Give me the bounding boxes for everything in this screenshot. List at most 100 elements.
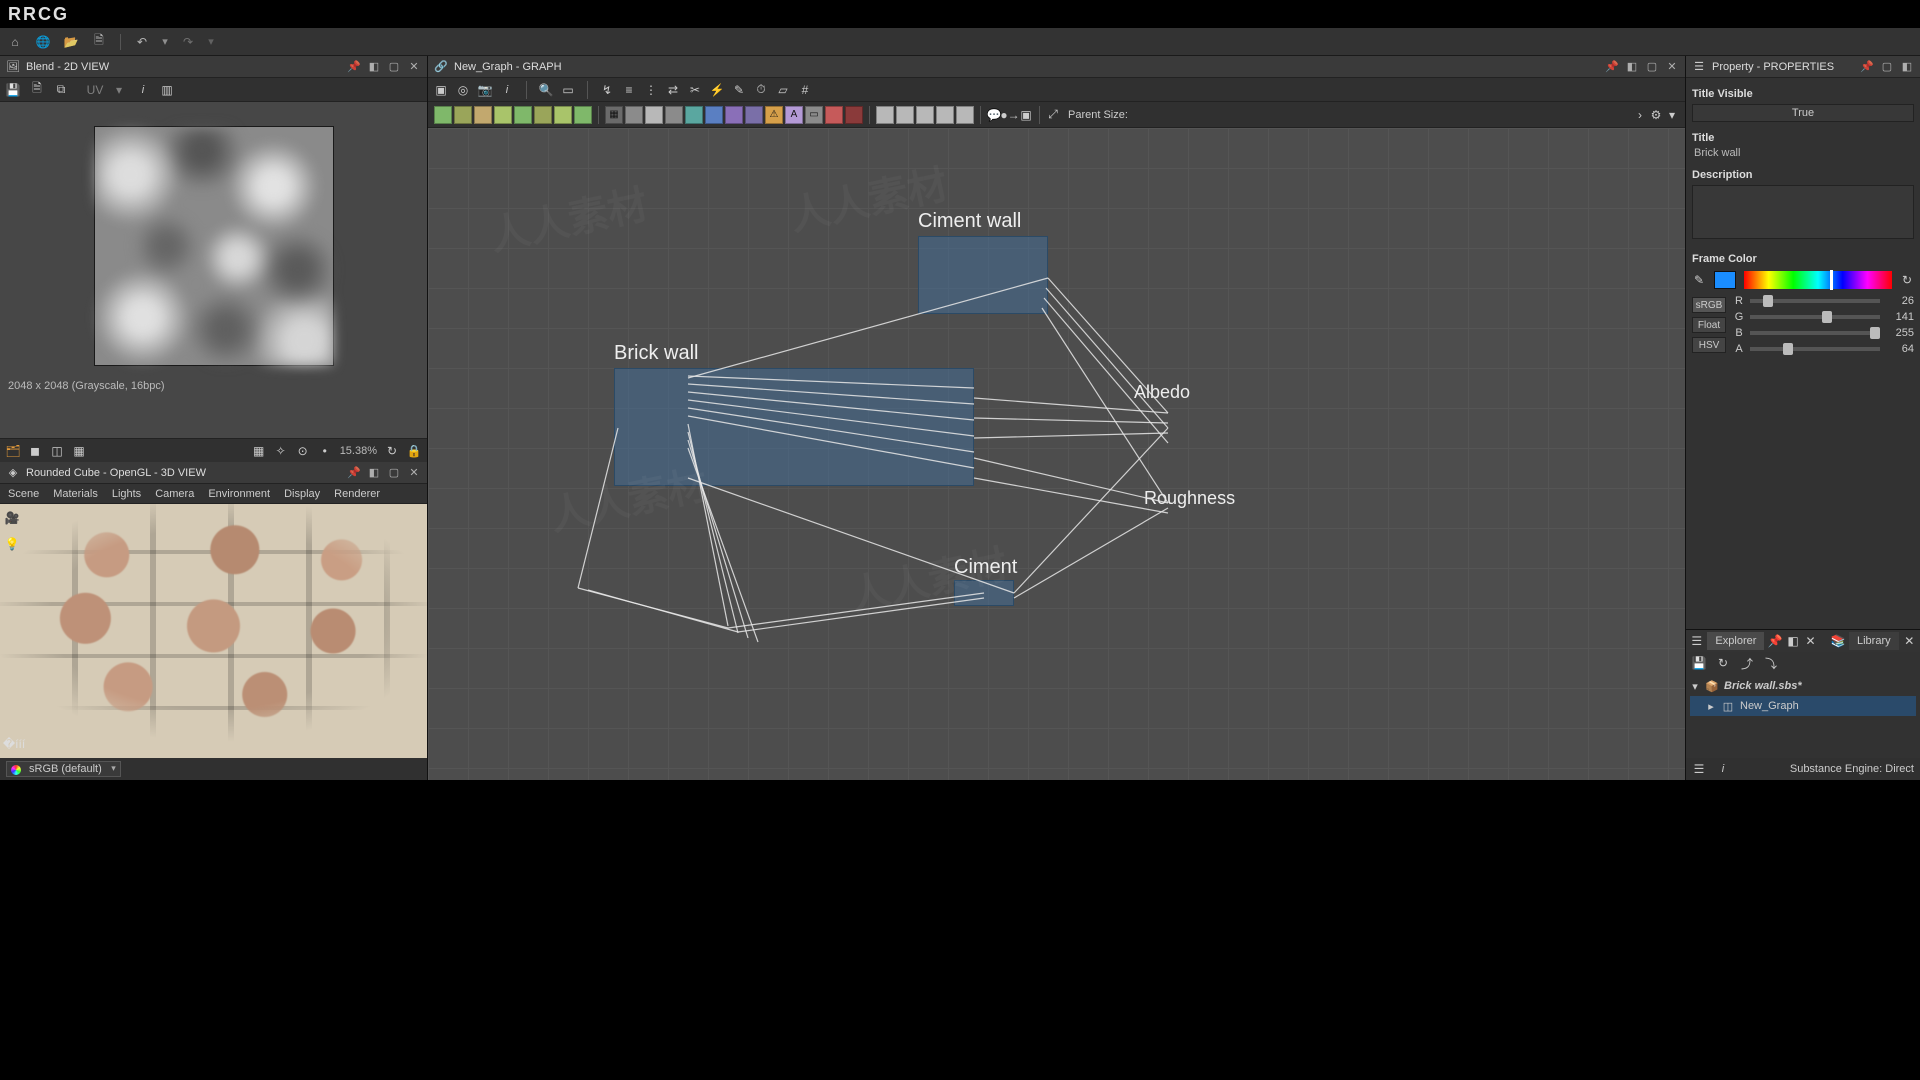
select-icon[interactable]: ▭ — [561, 83, 575, 97]
pin-node-icon[interactable]: ●→ — [1003, 108, 1017, 122]
gizmo-icon[interactable]: �ííí — [6, 736, 22, 752]
info-icon[interactable]: i — [500, 83, 514, 97]
globe-icon[interactable]: 🌐 — [34, 33, 52, 51]
menu-renderer[interactable]: Renderer — [334, 488, 380, 500]
popout-icon[interactable]: ◧ — [367, 466, 381, 480]
node-input[interactable] — [845, 106, 863, 124]
slider-r-value[interactable]: 26 — [1886, 295, 1914, 307]
menu-materials[interactable]: Materials — [53, 488, 98, 500]
hue-marker[interactable] — [1830, 270, 1833, 290]
tree-graph-row[interactable]: ▸ ◫ New_Graph — [1690, 696, 1916, 716]
node-shape[interactable] — [625, 106, 643, 124]
pin-icon[interactable]: 📌 — [1605, 60, 1619, 74]
node-blur[interactable] — [574, 106, 592, 124]
export-icon[interactable]: 🗎 — [30, 83, 44, 97]
maximize-icon[interactable]: ▢ — [1880, 60, 1894, 74]
node-op4[interactable] — [936, 106, 954, 124]
mode-srgb-button[interactable]: sRGB — [1692, 297, 1726, 313]
home-icon[interactable]: ⌂ — [6, 33, 24, 51]
maximize-icon[interactable]: ▢ — [387, 466, 401, 480]
comment-icon[interactable]: 💬 — [987, 108, 1001, 122]
caret-right-icon[interactable]: ▸ — [1706, 700, 1716, 713]
camera-icon[interactable]: 🎥 — [4, 510, 20, 526]
link-icon[interactable]: ↯ — [600, 83, 614, 97]
node-op2[interactable] — [896, 106, 914, 124]
explorer-close-icon[interactable]: ✕ — [1804, 634, 1817, 648]
color-swatch[interactable] — [1714, 271, 1736, 289]
node-warp[interactable] — [554, 106, 572, 124]
slider-b-value[interactable]: 255 — [1886, 327, 1914, 339]
node-normal[interactable] — [685, 106, 703, 124]
popout-icon[interactable]: ◧ — [367, 60, 381, 74]
solo-icon[interactable]: ◼ — [28, 444, 42, 458]
light-icon[interactable]: 💡 — [4, 536, 20, 552]
slider-r-thumb[interactable] — [1763, 295, 1773, 307]
menu-environment[interactable]: Environment — [208, 488, 270, 500]
pin-icon[interactable]: 📌 — [347, 60, 361, 74]
import-icon[interactable]: ⤵ — [1764, 656, 1778, 670]
redo-icon[interactable]: ↷ — [179, 33, 197, 51]
node-gradient[interactable] — [474, 106, 492, 124]
prop-title-visible-value[interactable]: True — [1692, 104, 1914, 122]
info-icon[interactable]: i — [136, 83, 150, 97]
node-curve[interactable] — [514, 106, 532, 124]
channel-icon[interactable]: ◫ — [50, 444, 64, 458]
tab-library[interactable]: Library — [1849, 632, 1899, 650]
node-frame[interactable]: ▭ — [805, 106, 823, 124]
graph-more-icon[interactable]: › — [1633, 108, 1647, 122]
maximize-icon[interactable]: ▢ — [387, 60, 401, 74]
pen-icon[interactable]: ✎ — [732, 83, 746, 97]
dot-icon[interactable]: • — [318, 444, 332, 458]
undo-icon[interactable]: ↶ — [133, 33, 151, 51]
node-op1[interactable] — [876, 106, 894, 124]
slider-b-thumb[interactable] — [1870, 327, 1880, 339]
center-icon[interactable]: ⊙ — [296, 444, 310, 458]
save-icon[interactable]: 💾 — [1692, 656, 1706, 670]
portal-icon[interactable]: ▣ — [1019, 108, 1033, 122]
graph-dropdown-icon[interactable]: ▾ — [1665, 108, 1679, 122]
snapshot-icon[interactable]: 📷 — [478, 83, 492, 97]
layers-icon[interactable]: 🗂 — [6, 444, 20, 458]
auto-layout-icon[interactable]: ⇄ — [666, 83, 680, 97]
mode-float-button[interactable]: Float — [1692, 317, 1726, 333]
tree-file-row[interactable]: ▾ 📦 Brick wall.sbs* — [1690, 676, 1916, 696]
expand-icon[interactable]: ⤢ — [1046, 108, 1060, 122]
popout-icon[interactable]: ◧ — [1625, 60, 1639, 74]
pin-icon[interactable]: 📌 — [347, 466, 361, 480]
mode-hsv-button[interactable]: HSV — [1692, 337, 1726, 353]
menu-lights[interactable]: Lights — [112, 488, 141, 500]
tab-explorer[interactable]: Explorer — [1707, 632, 1764, 650]
reset-color-icon[interactable]: ↻ — [1900, 273, 1914, 287]
node-output[interactable] — [825, 106, 843, 124]
redo-dropdown-icon[interactable]: ▾ — [207, 33, 215, 51]
node-height[interactable] — [745, 106, 763, 124]
node-levels[interactable] — [494, 106, 512, 124]
save-all-icon[interactable]: 🗎 — [90, 33, 108, 51]
uv-toggle[interactable]: UV — [88, 83, 102, 97]
library-icon[interactable]: 📚 — [1831, 634, 1845, 648]
slider-a-value[interactable]: 64 — [1886, 343, 1914, 355]
highlight-icon[interactable]: ⚡ — [710, 83, 724, 97]
list-icon[interactable]: ☰ — [1692, 762, 1706, 776]
lock-icon[interactable]: 🔒 — [407, 444, 421, 458]
slider-a-thumb[interactable] — [1783, 343, 1793, 355]
view2d-canvas[interactable]: 2048 x 2048 (Grayscale, 16bpc) — [0, 102, 427, 438]
undo-dropdown-icon[interactable]: ▾ — [161, 33, 169, 51]
library-close-icon[interactable]: ✕ — [1903, 634, 1916, 648]
explorer-popout-icon[interactable]: ◧ — [1786, 634, 1799, 648]
node-blend[interactable] — [454, 106, 472, 124]
node-tiles[interactable]: ▦ — [605, 106, 623, 124]
slider-g-value[interactable]: 141 — [1886, 311, 1914, 323]
info-icon[interactable]: i — [1716, 762, 1730, 776]
cut-link-icon[interactable]: ✂ — [688, 83, 702, 97]
color-profile-select[interactable]: sRGB (default) — [6, 761, 121, 777]
reload-icon[interactable]: ↻ — [1716, 656, 1730, 670]
maximize-icon[interactable]: ▢ — [1645, 60, 1659, 74]
align-v-icon[interactable]: ⋮ — [644, 83, 658, 97]
folder-open-icon[interactable]: 📂 — [62, 33, 80, 51]
focus-icon[interactable]: ◎ — [456, 83, 470, 97]
refresh-icon[interactable]: ↻ — [385, 444, 399, 458]
node-transform[interactable] — [534, 106, 552, 124]
view3d-canvas[interactable]: 🎥 💡 �ííí — [0, 504, 427, 758]
pin-icon[interactable]: 📌 — [1860, 60, 1874, 74]
